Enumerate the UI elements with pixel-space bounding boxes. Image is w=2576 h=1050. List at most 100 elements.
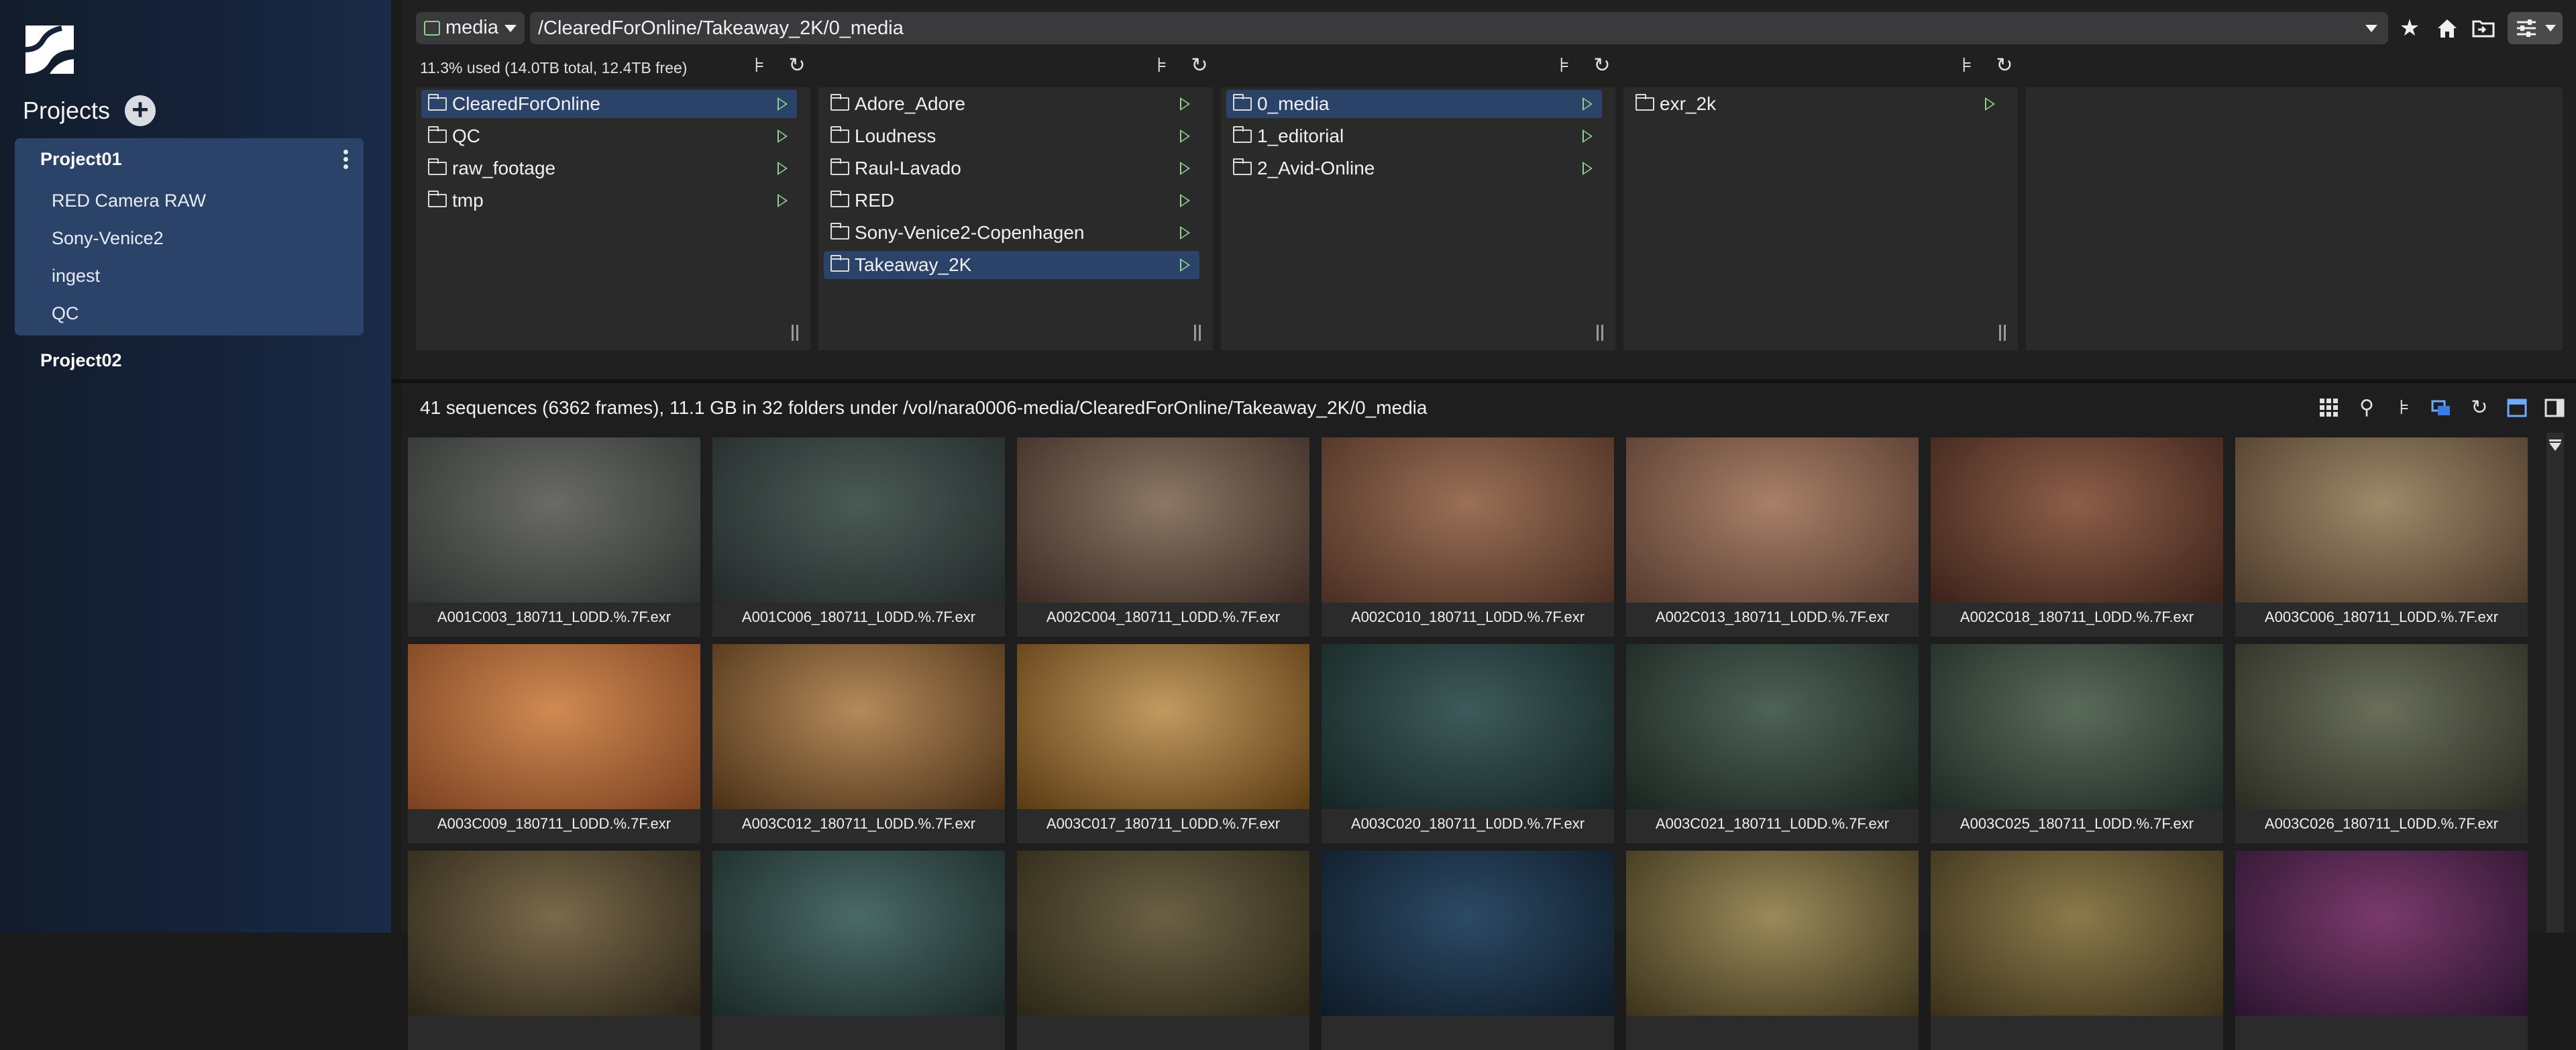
add-project-button[interactable]: +	[125, 95, 156, 126]
sequence-thumbnail[interactable]	[712, 644, 1005, 809]
refresh-icon[interactable]: ↻	[1992, 54, 2017, 78]
sort-icon[interactable]: ⊧	[747, 54, 771, 78]
play-icon[interactable]	[1180, 194, 1190, 207]
project-title[interactable]: Project01	[40, 149, 122, 170]
sequence-tile[interactable]	[2235, 851, 2528, 1050]
folder-row[interactable]: Takeaway_2K	[824, 251, 1199, 279]
sequence-thumbnail[interactable]	[1322, 851, 1614, 1016]
play-icon[interactable]	[777, 97, 788, 111]
column-resize-handle[interactable]	[1999, 325, 2006, 341]
sequence-tile[interactable]: A001C006_180711_L0DD.%.7F.exr	[712, 437, 1005, 637]
play-icon[interactable]	[1180, 97, 1190, 111]
column-resize-handle[interactable]	[1597, 325, 1603, 341]
column-resize-handle[interactable]	[792, 325, 798, 341]
play-icon[interactable]	[1180, 226, 1190, 240]
folder-row[interactable]: exr_2k	[1629, 90, 2004, 118]
project-subitem[interactable]: QC	[52, 303, 79, 324]
sequence-thumbnail[interactable]	[408, 644, 700, 809]
sequence-tile[interactable]: A003C026_180711_L0DD.%.7F.exr	[2235, 644, 2528, 843]
refresh-icon[interactable]: ↻	[1590, 54, 1614, 78]
folder-row[interactable]: Raul-Lavado	[824, 154, 1199, 182]
play-icon[interactable]	[1582, 97, 1593, 111]
refresh-icon[interactable]: ↻	[785, 54, 809, 78]
scroll-to-bottom-icon[interactable]	[2549, 439, 2561, 451]
play-icon[interactable]	[1180, 258, 1190, 272]
sort-icon[interactable]: ⊧	[1552, 54, 1576, 78]
sequence-tile[interactable]: A002C013_180711_L0DD.%.7F.exr	[1626, 437, 1919, 637]
project-subitem[interactable]: ingest	[52, 266, 100, 286]
sequence-thumbnail[interactable]	[2235, 851, 2528, 1016]
column-resize-handle[interactable]	[1194, 325, 1201, 341]
sequence-thumbnail[interactable]	[1322, 437, 1614, 602]
sequence-tile[interactable]	[712, 851, 1005, 1050]
sequence-tile[interactable]: A002C004_180711_L0DD.%.7F.exr	[1017, 437, 1309, 637]
sequence-thumbnail[interactable]	[1626, 644, 1919, 809]
sequence-thumbnail[interactable]	[2235, 437, 2528, 602]
grid-view-icon[interactable]	[2317, 396, 2341, 420]
sequence-thumbnail[interactable]	[712, 851, 1005, 1016]
play-icon[interactable]	[1582, 129, 1593, 143]
folder-row[interactable]: ClearedForOnline	[421, 90, 797, 118]
sequence-thumbnail[interactable]	[1017, 851, 1309, 1016]
folder-row[interactable]: 2_Avid-Online	[1226, 154, 1602, 182]
sequence-tile[interactable]	[1322, 851, 1614, 1050]
settings-menu-button[interactable]	[2508, 12, 2563, 44]
sequence-tile[interactable]: A003C025_180711_L0DD.%.7F.exr	[1931, 644, 2223, 843]
sequence-thumbnail[interactable]	[1017, 644, 1309, 809]
sequence-thumbnail[interactable]	[1017, 437, 1309, 602]
sort-icon[interactable]: ⊧	[1150, 54, 1174, 78]
link-icon[interactable]: ⚲	[2355, 396, 2379, 420]
folder-row[interactable]: RED	[824, 187, 1199, 215]
sequence-tile[interactable]: A003C017_180711_L0DD.%.7F.exr	[1017, 644, 1309, 843]
play-icon[interactable]	[1180, 129, 1190, 143]
chevron-down-icon[interactable]	[2365, 25, 2377, 32]
sequence-thumbnail[interactable]	[2235, 644, 2528, 809]
sequence-thumbnail[interactable]	[408, 851, 700, 1016]
play-icon[interactable]	[777, 194, 788, 207]
sort-icon[interactable]: ⊧	[2392, 396, 2416, 420]
play-icon[interactable]	[777, 129, 788, 143]
folder-row[interactable]: QC	[421, 122, 797, 150]
sequence-tile[interactable]: A002C018_180711_L0DD.%.7F.exr	[1931, 437, 2223, 637]
play-icon[interactable]	[1985, 97, 1995, 111]
folder-row[interactable]: Adore_Adore	[824, 90, 1199, 118]
more-vertical-icon[interactable]	[341, 148, 350, 174]
star-icon[interactable]: ★	[2396, 13, 2423, 43]
sequence-tile[interactable]	[1931, 851, 2223, 1050]
sequence-tile[interactable]	[1626, 851, 1919, 1050]
layers-icon[interactable]	[2430, 396, 2454, 420]
folder-row[interactable]: tmp	[421, 187, 797, 215]
sequence-tile[interactable]: A003C006_180711_L0DD.%.7F.exr	[2235, 437, 2528, 637]
sequence-tile[interactable]: A003C012_180711_L0DD.%.7F.exr	[712, 644, 1005, 843]
sequence-thumbnail[interactable]	[1931, 851, 2223, 1016]
sequence-tile[interactable]: A003C020_180711_L0DD.%.7F.exr	[1322, 644, 1614, 843]
sequence-thumbnail[interactable]	[712, 437, 1005, 602]
folder-row[interactable]: 1_editorial	[1226, 122, 1602, 150]
gallery-scrollbar[interactable]	[2546, 433, 2564, 933]
window-icon[interactable]	[2505, 396, 2529, 420]
folder-row[interactable]: Loudness	[824, 122, 1199, 150]
folder-row[interactable]: raw_footage	[421, 154, 797, 182]
sequence-tile[interactable]	[408, 851, 700, 1050]
home-icon[interactable]	[2434, 13, 2461, 43]
sequence-tile[interactable]	[1017, 851, 1309, 1050]
play-icon[interactable]	[1582, 162, 1593, 175]
sequence-thumbnail[interactable]	[1931, 437, 2223, 602]
volume-select[interactable]: media	[416, 12, 525, 44]
sequence-thumbnail[interactable]	[1322, 644, 1614, 809]
sequence-thumbnail[interactable]	[1626, 437, 1919, 602]
play-icon[interactable]	[1180, 162, 1190, 175]
side-panel-icon[interactable]	[2542, 396, 2567, 420]
sequence-tile[interactable]: A003C009_180711_L0DD.%.7F.exr	[408, 644, 700, 843]
sequence-tile[interactable]: A003C021_180711_L0DD.%.7F.exr	[1626, 644, 1919, 843]
sort-icon[interactable]: ⊧	[1955, 54, 1979, 78]
project-subitem[interactable]: Sony-Venice2	[52, 228, 164, 249]
path-input[interactable]: /ClearedForOnline/Takeaway_2K/0_media	[530, 12, 2388, 44]
sequence-thumbnail[interactable]	[1931, 644, 2223, 809]
refresh-icon[interactable]: ↻	[1187, 54, 1212, 78]
project-subitem[interactable]: RED Camera RAW	[52, 191, 206, 211]
sequence-tile[interactable]: A002C010_180711_L0DD.%.7F.exr	[1322, 437, 1614, 637]
refresh-icon[interactable]: ↻	[2467, 396, 2491, 420]
folder-row[interactable]: Sony-Venice2-Copenhagen	[824, 219, 1199, 247]
folder-row[interactable]: 0_media	[1226, 90, 1602, 118]
